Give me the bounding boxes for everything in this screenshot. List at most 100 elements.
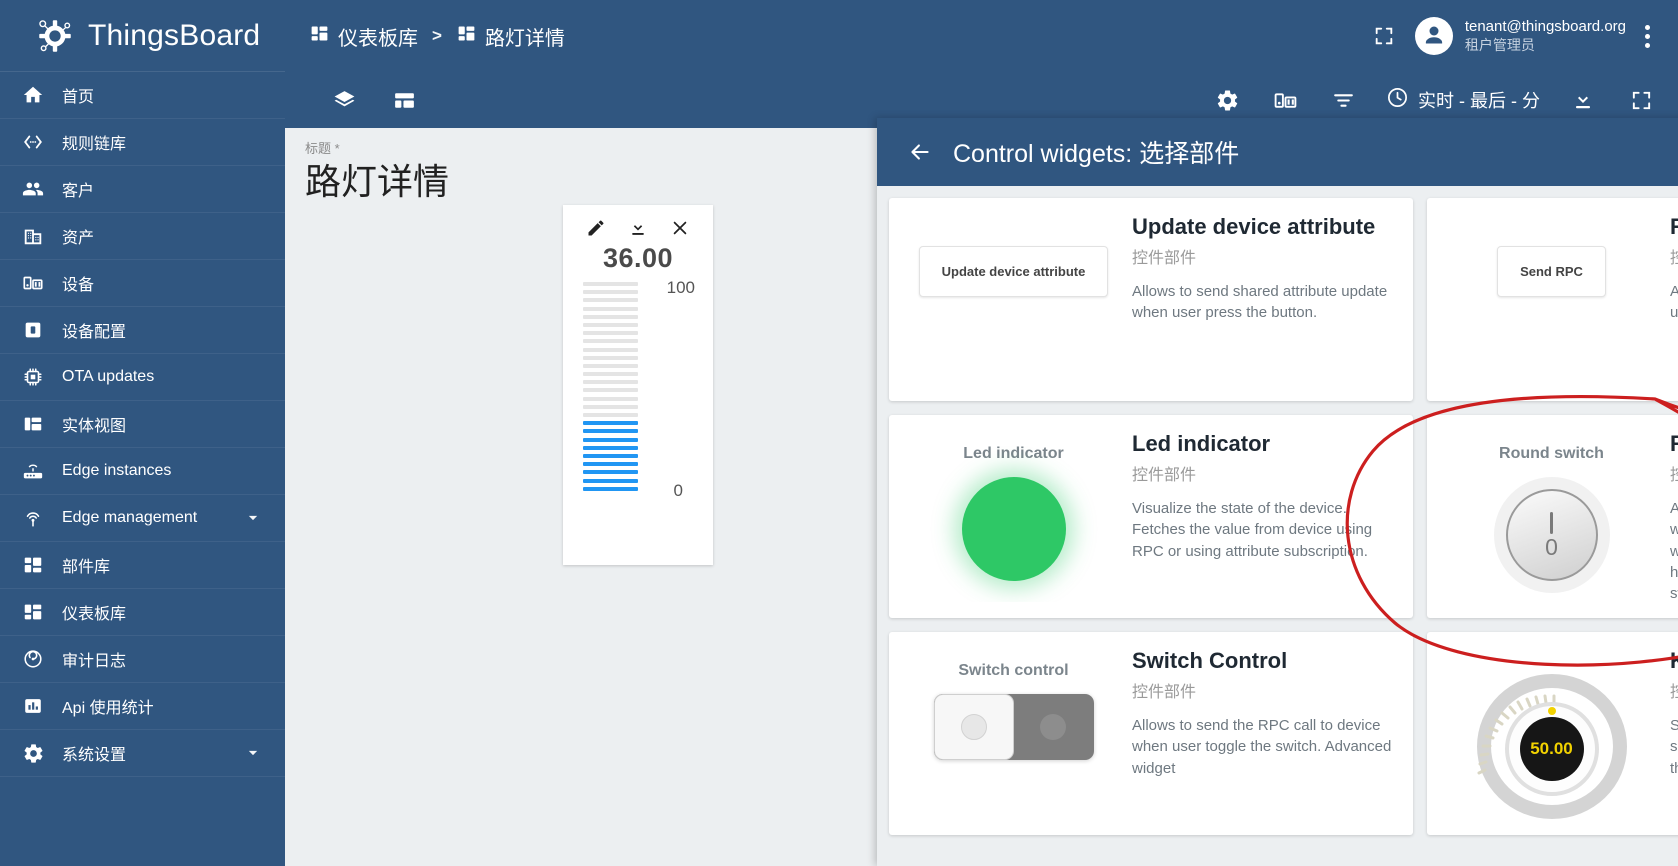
widget-library-icon: [20, 552, 46, 578]
breadcrumb-item-dashboards[interactable]: 仪表板库: [309, 22, 418, 51]
layers-icon[interactable]: [329, 85, 359, 115]
gauge-value: 36.00: [602, 243, 674, 273]
sidebar-item-entity-views[interactable]: 实体视图: [0, 401, 285, 448]
widget-card-round-switch[interactable]: Round switch 0 Round switch 控件部件: [1427, 415, 1678, 618]
widget-description: Allows to send RPC command when user pre…: [1670, 282, 1678, 322]
customers-icon: [20, 176, 46, 202]
sidebar-item-label: 部件库: [62, 559, 111, 576]
ota-updates-icon: [20, 364, 46, 390]
device-profile-icon: [20, 317, 46, 343]
widget-actions: [563, 205, 713, 239]
gauge-bar: [583, 413, 638, 417]
gear-icon[interactable]: [1212, 85, 1242, 115]
sidebar-item-system-settings[interactable]: 系统设置: [0, 730, 285, 777]
arrow-left-icon[interactable]: [903, 135, 937, 169]
sidebar-item-api-usage[interactable]: Api 使用统计: [0, 683, 285, 730]
sidebar-item-rule-chains[interactable]: 规则链库: [0, 119, 285, 166]
breadcrumb-item-current[interactable]: 路灯详情: [456, 22, 565, 51]
knob-control-preview: 50.00: [1476, 674, 1627, 819]
device-state-icon[interactable]: [1270, 85, 1300, 115]
widget-title: Knob Control: [1670, 648, 1678, 673]
user-email: tenant@thingsboard.org: [1464, 17, 1626, 35]
edit-icon[interactable]: [585, 217, 607, 239]
sidebar-item-edge-management[interactable]: Edge management: [0, 495, 285, 542]
gauge-bar: [583, 445, 638, 450]
user-menu[interactable]: tenant@thingsboard.org 租户管理员: [1414, 17, 1626, 55]
panel-header: Control widgets: 选择部件: [877, 118, 1678, 186]
main-area: 仪表板库 > 路灯详情 tenant@thingsboard.org 租户管理员…: [285, 0, 1678, 866]
widget-card-update-device-attribute[interactable]: Update device attribute Update device at…: [889, 198, 1413, 401]
filter-icon[interactable]: [1328, 85, 1358, 115]
chevron-down-icon[interactable]: [243, 508, 263, 528]
widget-info: Update device attribute 控件部件 Allows to s…: [1126, 214, 1395, 385]
widget-subtitle: 控件部件: [1132, 466, 1197, 484]
widget-description: Allows to send shared attribute update w…: [1132, 282, 1388, 322]
gauge-bar: [583, 290, 638, 295]
sidebar-item-dashboards[interactable]: 仪表板库: [0, 589, 285, 636]
knob-value: 50.00: [1519, 717, 1584, 781]
switch-control-preview: [933, 694, 1094, 760]
sidebar-item-widget-library[interactable]: 部件库: [0, 542, 285, 589]
sidebar-item-label: 设备: [62, 277, 95, 294]
gauge-bar: [583, 404, 638, 409]
led-bar-gauge-widget[interactable]: 36.00 100 0: [563, 205, 713, 565]
fullscreen-icon[interactable]: [1626, 85, 1656, 115]
gauge-bar: [583, 462, 638, 467]
round-switch-on-mark: [1550, 511, 1553, 534]
widget-info: Round switch 控件部件 Allows to send the RPC…: [1664, 431, 1678, 602]
sidebar-item-devices[interactable]: 设备: [0, 260, 285, 307]
preview-button[interactable]: Update device attribute: [918, 246, 1109, 297]
gauge-bar: [583, 322, 638, 327]
timerange-selector[interactable]: 实时 - 最后 - 分: [1386, 86, 1540, 114]
widget-card-switch-control[interactable]: Switch control Switch Control 控件部件 Allow…: [889, 632, 1413, 835]
thingsboard-logo-icon: [34, 15, 76, 57]
gauge-bar: [583, 453, 638, 458]
sidebar-item-label: Edge instances: [62, 462, 172, 479]
brand-logo[interactable]: ThingsBoard: [0, 0, 285, 72]
chevron-down-icon[interactable]: [243, 743, 263, 763]
download-icon[interactable]: [1568, 85, 1598, 115]
sidebar-item-label: 审计日志: [62, 653, 127, 670]
sidebar-item-audit-logs[interactable]: 审计日志: [0, 636, 285, 683]
widget-card-led-indicator[interactable]: Led indicator Led indicator 控件部件 Visuali…: [889, 415, 1413, 618]
sidebar-item-label: Api 使用统计: [62, 700, 154, 717]
gauge-bar: [583, 437, 638, 442]
widget-card-rpc-button[interactable]: Send RPC RPC Button 控件部件 Allows to send …: [1427, 198, 1678, 401]
app-root: ThingsBoard 首页 规则链库 客户 资产 设备 设备配置 OTA up…: [0, 0, 1678, 866]
round-switch-off-label: 0: [1545, 533, 1558, 560]
widget-card-knob-control[interactable]: 50.00 Knob Control 控件部件 Sends the comman…: [1427, 632, 1678, 835]
widget-title: Led indicator: [1132, 431, 1271, 456]
widget-grid: Update device attribute Update device at…: [889, 198, 1678, 835]
widget-preview: 50.00: [1439, 648, 1664, 819]
widget-subtitle: 控件部件: [1132, 249, 1197, 267]
gauge-bar: [583, 298, 638, 303]
widget-info: Switch Control 控件部件 Allows to send the R…: [1126, 648, 1395, 819]
download-icon[interactable]: [627, 217, 649, 239]
more-vertical-icon[interactable]: [1634, 24, 1660, 48]
round-switch-preview: 0: [1493, 477, 1610, 593]
dashboard-icon: [456, 23, 477, 50]
rule-chain-icon: [20, 129, 46, 155]
gauge-min-label: 0: [673, 480, 683, 500]
sidebar-item-assets[interactable]: 资产: [0, 213, 285, 260]
sidebar-item-ota-updates[interactable]: OTA updates: [0, 354, 285, 401]
sidebar-item-customers[interactable]: 客户: [0, 166, 285, 213]
gauge-bar: [583, 355, 638, 360]
sidebar-item-label: 首页: [62, 89, 95, 106]
widget-description: Allows to send the RPC call to device wh…: [1670, 499, 1678, 602]
sidebar-item-label: 资产: [62, 230, 95, 247]
dashboard-library-icon: [309, 23, 330, 50]
preview-button[interactable]: Send RPC: [1497, 246, 1606, 297]
fullscreen-icon[interactable]: [1367, 19, 1401, 53]
sidebar-item-edge-instances[interactable]: Edge instances: [0, 448, 285, 495]
breadcrumb-label: 路灯详情: [484, 27, 565, 50]
sidebar-item-device-profiles[interactable]: 设备配置: [0, 307, 285, 354]
gauge-bar: [583, 429, 638, 434]
widget-preview: Update device attribute: [901, 214, 1126, 385]
sidebar-item-label: 实体视图: [62, 418, 127, 435]
widget-title: Round switch: [1670, 431, 1678, 456]
sidebar-item-home[interactable]: 首页: [0, 72, 285, 119]
close-icon[interactable]: [669, 217, 691, 239]
dashboard-layout-icon[interactable]: [389, 85, 419, 115]
panel-body: Update device attribute Update device at…: [877, 186, 1678, 866]
